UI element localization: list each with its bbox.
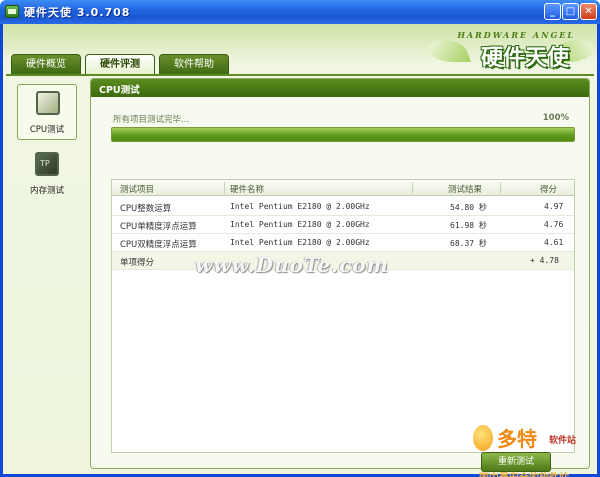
column-separator[interactable] [224,182,225,194]
title-bar[interactable]: 硬件天使 3.0.708 _ □ ✕ [0,0,600,24]
client-area: HARDWARE ANGEL 硬件天使 硬件概览 硬件评测 软件帮助 CPU测试… [3,24,598,477]
table-row[interactable]: CPU整数运算 Intel Pentium E2180 @ 2.00GHz 54… [112,198,574,216]
cell-hardware: Intel Pentium E2180 @ 2.00GHz [230,220,370,229]
close-button[interactable]: ✕ [580,3,597,20]
monitor-icon [36,91,60,115]
progress-fill [112,128,574,141]
cell-item: CPU单精度浮点运算 [120,222,197,232]
maximize-button[interactable]: □ [562,3,579,20]
progress-status: 所有项目测试完毕... [113,115,190,125]
cell-item: CPU整数运算 [120,204,172,214]
column-header-item[interactable]: 测试项目 [120,183,154,195]
memory-chip-icon [35,152,59,176]
table-header: 测试项目 硬件名称 测试结果 得分 [112,180,574,196]
tab-hardware-benchmark[interactable]: 硬件评测 [85,54,155,74]
results-table: 测试项目 硬件名称 测试结果 得分 CPU整数运算 Intel Pentium … [111,179,575,453]
app-logo: HARDWARE ANGEL 硬件天使 [423,28,598,72]
column-separator[interactable] [500,182,501,194]
main-tabs: 硬件概览 硬件评测 软件帮助 [11,54,233,74]
sidebar: CPU测试 内存测试 [17,84,79,204]
panel-header: CPU测试 [91,79,589,97]
cell-score: 4.97 [544,202,564,211]
cell-result: 68.37 秒 [450,239,487,248]
sidebar-item-label: CPU测试 [29,125,65,135]
panel-title: CPU测试 [99,85,140,96]
logo-title: 硬件天使 [480,46,569,71]
mascot-icon [473,425,493,451]
table-row[interactable]: CPU双精度浮点运算 Intel Pentium E2180 @ 2.00GHz… [112,234,574,252]
summary-label: 单项得分 [120,258,155,268]
sidebar-item-label: 内存测试 [29,186,64,196]
watermark-text: www.DuoTe.com [195,253,389,277]
cell-hardware: Intel Pentium E2180 @ 2.00GHz [230,238,370,247]
logo-subtitle: HARDWARE ANGEL [457,30,575,40]
minimize-button[interactable]: _ [544,3,561,20]
site-name: 多特 [497,427,537,451]
tab-hardware-overview[interactable]: 硬件概览 [11,54,81,74]
tab-software-help[interactable]: 软件帮助 [159,54,229,74]
cell-hardware: Intel Pentium E2180 @ 2.00GHz [230,202,370,211]
column-header-score[interactable]: 得分 [540,183,557,195]
app-icon [5,5,19,18]
column-separator[interactable] [412,182,413,194]
table-row[interactable]: CPU单精度浮点运算 Intel Pentium E2180 @ 2.00GHz… [112,216,574,234]
site-subtitle: 软件站 [549,436,577,446]
summary-score: + 4.78 [530,256,559,265]
cell-item: CPU双精度浮点运算 [120,240,197,250]
cell-score: 4.76 [544,220,564,229]
rerun-test-button[interactable]: 重新测试 [481,452,551,472]
progress-percent: 100% [542,113,569,123]
column-header-hardware[interactable]: 硬件名称 [230,183,264,195]
cell-result: 54.80 秒 [450,203,487,212]
tab-divider [6,74,594,76]
progress-bar [111,127,575,142]
window-frame: HARDWARE ANGEL 硬件天使 硬件概览 硬件评测 软件帮助 CPU测试… [0,24,600,477]
window-title: 硬件天使 3.0.708 [24,6,131,19]
wing-left-icon [424,40,472,62]
cell-result: 61.98 秒 [450,221,487,230]
column-header-result[interactable]: 测试结果 [448,183,482,195]
cell-score: 4.61 [544,238,564,247]
sidebar-item-cpu-test[interactable]: CPU测试 [17,84,77,140]
sidebar-item-memory-test[interactable]: 内存测试 [17,146,77,202]
